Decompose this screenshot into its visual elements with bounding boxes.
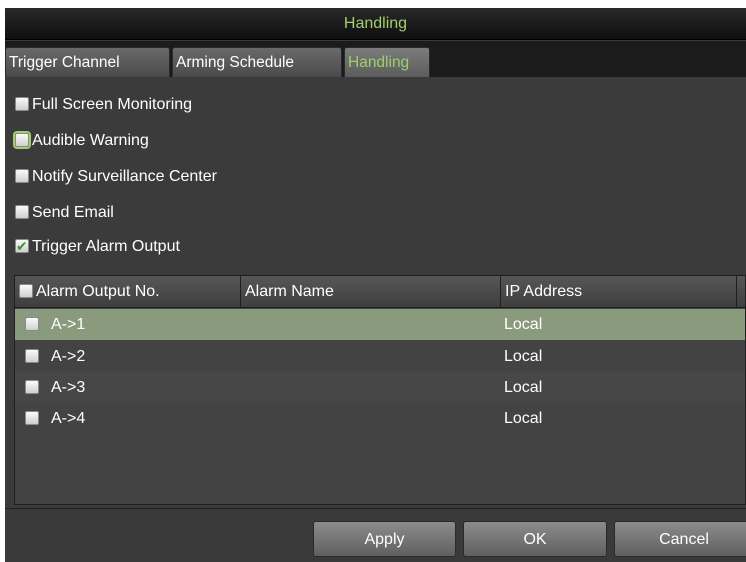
table-row[interactable]: A->1 Local	[15, 309, 745, 340]
send-email-checkbox[interactable]	[15, 205, 29, 219]
option-label: Audible Warning	[32, 132, 149, 149]
option-send-email[interactable]: Send Email	[15, 202, 114, 224]
apply-button[interactable]: Apply	[313, 521, 456, 557]
button-bar: Apply OK Cancel	[5, 508, 746, 562]
ip-address: Local	[504, 410, 543, 427]
table-row[interactable]: A->4 Local	[15, 403, 745, 434]
header-label: Alarm Output No.	[36, 283, 160, 300]
trigger-alarm-output-checkbox[interactable]	[15, 236, 29, 258]
tab-bar: Trigger Channel Arming Schedule Handling	[5, 41, 746, 77]
cancel-button[interactable]: Cancel	[614, 521, 746, 557]
alarm-output-no: A->2	[51, 348, 86, 365]
table-row[interactable]: A->3 Local	[15, 372, 745, 403]
option-label: Trigger Alarm Output	[32, 238, 180, 255]
notify-surveillance-center-checkbox[interactable]	[15, 169, 29, 183]
alarm-output-no: A->3	[51, 379, 86, 396]
header-alarm-name[interactable]: Alarm Name	[241, 276, 501, 308]
handling-dialog: Handling Trigger Channel Arming Schedule…	[5, 8, 746, 562]
dialog-title: Handling	[5, 8, 746, 40]
row-checkbox[interactable]	[25, 349, 39, 363]
audible-warning-checkbox[interactable]	[13, 131, 31, 149]
row-checkbox[interactable]	[25, 380, 39, 394]
header-alarm-output-no[interactable]: Alarm Output No.	[15, 276, 241, 308]
row-checkbox[interactable]	[25, 317, 39, 331]
option-full-screen-monitoring[interactable]: Full Screen Monitoring	[15, 94, 192, 116]
table-row[interactable]: A->2 Local	[15, 341, 745, 372]
alarm-output-no: A->4	[51, 410, 86, 427]
ip-address: Local	[504, 316, 543, 333]
option-audible-warning[interactable]: Audible Warning	[13, 130, 149, 152]
ok-button[interactable]: OK	[463, 521, 607, 557]
table-header: Alarm Output No. Alarm Name IP Address	[15, 276, 745, 308]
row-checkbox[interactable]	[25, 411, 39, 425]
option-trigger-alarm-output[interactable]: Trigger Alarm Output	[15, 236, 180, 258]
alarm-output-table: Alarm Output No. Alarm Name IP Address A…	[14, 275, 746, 505]
alarm-output-no: A->1	[51, 316, 86, 333]
full-screen-monitoring-checkbox[interactable]	[15, 97, 29, 111]
tab-arming-schedule[interactable]: Arming Schedule	[172, 47, 342, 77]
tab-trigger-channel[interactable]: Trigger Channel	[5, 47, 170, 77]
option-label: Full Screen Monitoring	[32, 96, 193, 113]
handling-panel: Full Screen Monitoring Audible Warning N…	[5, 77, 746, 507]
header-ip-address[interactable]: IP Address	[501, 276, 737, 308]
ip-address: Local	[504, 348, 543, 365]
option-notify-surveillance-center[interactable]: Notify Surveillance Center	[15, 166, 217, 188]
option-label: Send Email	[32, 204, 114, 221]
tab-handling[interactable]: Handling	[344, 47, 430, 77]
option-label: Notify Surveillance Center	[32, 168, 217, 185]
ip-address: Local	[504, 379, 543, 396]
select-all-checkbox[interactable]	[19, 284, 33, 298]
